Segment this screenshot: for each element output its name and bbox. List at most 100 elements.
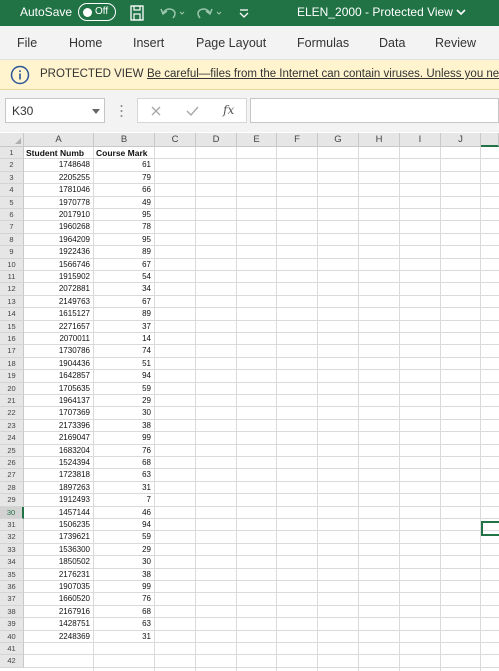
cell[interactable]: 63 (94, 618, 155, 630)
row-header[interactable]: 30 (0, 506, 24, 519)
cell[interactable]: 1683204 (24, 445, 94, 457)
cell[interactable]: Course Mark (94, 147, 184, 159)
cell[interactable]: 2176231 (24, 569, 94, 581)
column-header-f[interactable]: F (277, 133, 318, 147)
autosave-toggle[interactable]: Off (78, 3, 116, 21)
column-header-k[interactable] (481, 133, 499, 147)
cell[interactable]: 99 (94, 581, 155, 593)
customize-toolbar-icon[interactable] (237, 4, 251, 22)
cell[interactable]: 2149763 (24, 296, 94, 308)
cell[interactable]: Student Numb (24, 147, 94, 159)
row-header[interactable]: 33 (0, 543, 24, 557)
name-box[interactable]: K30 (5, 98, 105, 123)
cell[interactable]: 37 (94, 321, 155, 333)
cell[interactable]: 54 (94, 271, 155, 283)
cell[interactable]: 1739621 (24, 531, 94, 543)
row-header[interactable]: 24 (0, 432, 24, 445)
row-header[interactable]: 20 (0, 382, 24, 395)
cell[interactable]: 1912493 (24, 494, 94, 506)
cell[interactable]: 1781046 (24, 184, 94, 196)
cell[interactable]: 34 (94, 283, 155, 295)
cell[interactable]: 38 (94, 420, 155, 432)
cell[interactable]: 1642857 (24, 370, 94, 382)
save-icon[interactable] (128, 4, 146, 22)
tab-file[interactable]: File (17, 36, 37, 50)
cell[interactable]: 1970778 (24, 197, 94, 209)
cell[interactable]: 66 (94, 184, 155, 196)
cell[interactable]: 1907035 (24, 581, 94, 593)
enter-icon[interactable] (186, 105, 199, 117)
row-header[interactable]: 40 (0, 630, 24, 643)
tab-home[interactable]: Home (69, 36, 102, 50)
row-header[interactable]: 10 (0, 258, 24, 271)
cell[interactable]: 2205255 (24, 172, 94, 184)
active-cell-highlight[interactable] (481, 521, 499, 536)
row-header[interactable]: 12 (0, 283, 24, 296)
row-header[interactable]: 15 (0, 320, 24, 333)
cell[interactable]: 78 (94, 221, 155, 233)
row-header[interactable]: 31 (0, 519, 24, 532)
row-header[interactable]: 19 (0, 370, 24, 383)
cell[interactable]: 1660520 (24, 593, 94, 605)
cancel-icon[interactable] (150, 105, 162, 117)
column-header-j[interactable]: J (441, 133, 481, 147)
cell[interactable]: 61 (94, 159, 155, 171)
column-header-b[interactable]: B (94, 133, 155, 147)
row-header[interactable]: 4 (0, 184, 24, 197)
tab-data[interactable]: Data (379, 36, 405, 50)
row-header[interactable]: 21 (0, 395, 24, 408)
cell[interactable]: 1915902 (24, 271, 94, 283)
row-header[interactable]: 26 (0, 457, 24, 470)
row-header[interactable]: 14 (0, 308, 24, 321)
row-header[interactable]: 1 (0, 147, 24, 160)
column-header-h[interactable]: H (359, 133, 400, 147)
cell[interactable]: 1964137 (24, 395, 94, 407)
row-header[interactable]: 34 (0, 556, 24, 569)
cell[interactable]: 2271657 (24, 321, 94, 333)
cell[interactable]: 14 (94, 333, 155, 345)
row-header[interactable]: 27 (0, 469, 24, 482)
cell[interactable]: 1964209 (24, 234, 94, 246)
cell[interactable]: 76 (94, 593, 155, 605)
tab-insert[interactable]: Insert (133, 36, 164, 50)
cell[interactable]: 1922436 (24, 246, 94, 258)
column-header-i[interactable]: I (400, 133, 441, 147)
row-header[interactable]: 22 (0, 407, 24, 420)
row-header[interactable]: 35 (0, 568, 24, 581)
cell[interactable]: 1536300 (24, 544, 94, 556)
cell[interactable]: 94 (94, 519, 155, 531)
cell[interactable]: 89 (94, 246, 155, 258)
cell[interactable]: 2017910 (24, 209, 94, 221)
cell[interactable]: 99 (94, 432, 155, 444)
cell[interactable]: 63 (94, 469, 155, 481)
cell[interactable]: 29 (94, 395, 155, 407)
tab-page-layout[interactable]: Page Layout (196, 36, 266, 50)
row-header[interactable]: 18 (0, 357, 24, 371)
cell[interactable]: 31 (94, 631, 155, 643)
row-header[interactable]: 13 (0, 295, 24, 309)
cell[interactable]: 1850502 (24, 556, 94, 568)
row-header[interactable]: 2 (0, 159, 24, 172)
cell[interactable]: 1904436 (24, 358, 94, 370)
cell[interactable]: 1730786 (24, 345, 94, 357)
cell[interactable]: 49 (94, 197, 155, 209)
formula-input[interactable] (250, 98, 499, 123)
cell[interactable]: 46 (94, 507, 155, 519)
cell[interactable]: 74 (94, 345, 155, 357)
cell[interactable]: 2248369 (24, 631, 94, 643)
row-header[interactable]: 9 (0, 246, 24, 259)
cell[interactable]: 1705635 (24, 383, 94, 395)
cell[interactable]: 68 (94, 606, 155, 618)
redo-icon[interactable] (195, 4, 225, 22)
cell[interactable]: 95 (94, 234, 155, 246)
cell[interactable]: 1428751 (24, 618, 94, 630)
cell[interactable]: 68 (94, 457, 155, 469)
cell[interactable]: 1457144 (24, 507, 94, 519)
column-header-g[interactable]: G (318, 133, 359, 147)
cell[interactable]: 67 (94, 259, 155, 271)
cell[interactable]: 51 (94, 358, 155, 370)
row-header[interactable]: 5 (0, 196, 24, 209)
cell[interactable]: 1524394 (24, 457, 94, 469)
cell[interactable]: 79 (94, 172, 155, 184)
cell[interactable]: 1748648 (24, 159, 94, 171)
